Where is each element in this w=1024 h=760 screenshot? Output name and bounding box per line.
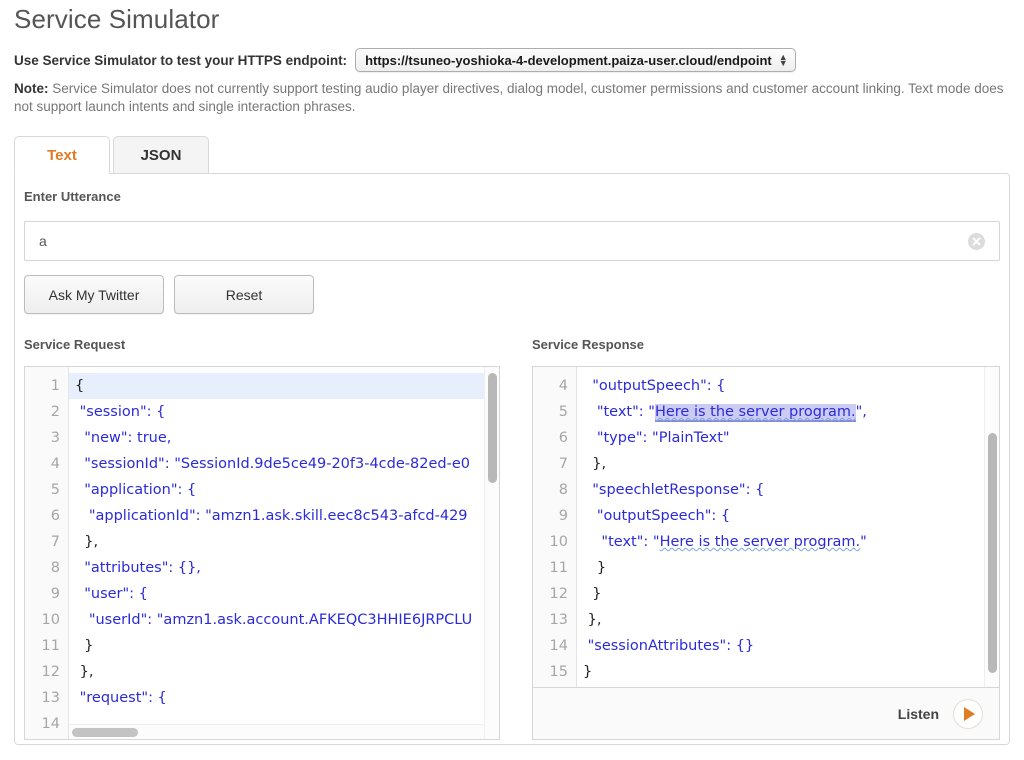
note-text: Note: Service Simulator does not current… bbox=[14, 80, 1010, 116]
request-line-number-gutter: 1 2 3 4 5 6 7 8 9 10 11 12 13 14 bbox=[25, 367, 69, 739]
line-number: 5 bbox=[558, 404, 568, 420]
line-number: 6 bbox=[50, 508, 60, 524]
play-triangle-icon[interactable] bbox=[953, 698, 983, 729]
line-number: 7 bbox=[558, 456, 568, 472]
request-code-lines[interactable]: { "session": { "new": true, "sessionId":… bbox=[69, 367, 499, 739]
service-response-editor[interactable]: 4 5 6 7 8 9 10 11 12 13 14 15 "outputSpeech": { "te… bbox=[532, 366, 1000, 688]
line-number: 11 bbox=[549, 560, 568, 576]
line-number: 5 bbox=[50, 482, 60, 498]
code-line[interactable]: } bbox=[69, 633, 499, 659]
line-number: 4 bbox=[50, 456, 60, 472]
note-prefix: Note: bbox=[14, 81, 49, 96]
tab-text-label: Text bbox=[47, 146, 77, 164]
select-updown-arrows-icon: ▲ ▼ bbox=[778, 52, 788, 68]
code-line[interactable]: "attributes": {}, bbox=[69, 555, 499, 581]
line-number: 4 bbox=[558, 378, 568, 394]
endpoint-label: Use Service Simulator to test your HTTPS… bbox=[14, 52, 348, 68]
tab-json-label: JSON bbox=[140, 146, 182, 164]
code-line[interactable]: "outputSpeech": { bbox=[577, 503, 999, 529]
line-number: 8 bbox=[558, 482, 568, 498]
code-line[interactable]: { bbox=[69, 373, 499, 399]
page-title: Service Simulator bbox=[14, 4, 220, 34]
action-button-row: Ask My Twitter Reset bbox=[24, 275, 314, 314]
code-line[interactable]: "applicationId": "amzn1.ask.skill.eec8c5… bbox=[69, 503, 499, 529]
line-number: 11 bbox=[41, 638, 60, 654]
utterance-field-wrapper bbox=[24, 221, 1000, 261]
service-request-label: Service Request bbox=[24, 337, 126, 352]
code-line[interactable]: "session": { bbox=[69, 399, 499, 425]
service-simulator-page: Service Simulator Use Service Simulator … bbox=[0, 0, 1024, 760]
ask-my-twitter-button[interactable]: Ask My Twitter bbox=[24, 275, 164, 314]
code-line[interactable]: } bbox=[577, 581, 999, 607]
code-line[interactable]: "speechletResponse": { bbox=[577, 477, 999, 503]
response-vertical-scrollbar[interactable] bbox=[984, 367, 999, 687]
code-line[interactable]: "sessionAttributes": {} bbox=[577, 633, 999, 659]
code-line[interactable]: "request": { bbox=[69, 685, 499, 711]
line-number: 1 bbox=[50, 378, 60, 394]
line-number: 9 bbox=[50, 586, 60, 602]
code-line[interactable]: }, bbox=[577, 451, 999, 477]
enter-utterance-label: Enter Utterance bbox=[24, 189, 121, 204]
code-line[interactable]: } bbox=[577, 555, 999, 581]
code-line[interactable]: "application": { bbox=[69, 477, 499, 503]
line-number: 10 bbox=[549, 534, 568, 550]
tab-bar: Text JSON bbox=[14, 136, 209, 174]
utterance-input[interactable] bbox=[25, 222, 968, 260]
code-line[interactable]: }, bbox=[69, 659, 499, 685]
code-line[interactable]: "userId": "amzn1.ask.account.AFKEQC3HHIE… bbox=[69, 607, 499, 633]
line-number: 3 bbox=[50, 430, 60, 446]
listen-bar: Listen bbox=[532, 688, 1000, 740]
code-line[interactable]: "sessionId": "SessionId.9de5ce49-20f3-4c… bbox=[69, 451, 499, 477]
reset-button[interactable]: Reset bbox=[174, 275, 314, 314]
line-number: 14 bbox=[41, 716, 60, 732]
code-line[interactable]: "text": "Here is the server program." bbox=[577, 529, 999, 555]
code-line[interactable]: "text": "Here is the server program.", bbox=[577, 399, 999, 425]
line-number: 13 bbox=[549, 612, 568, 628]
endpoint-select-value: https://tsuneo-yoshioka-4-development.pa… bbox=[365, 52, 772, 68]
request-vertical-scrollbar[interactable] bbox=[484, 367, 499, 739]
endpoint-row: Use Service Simulator to test your HTTPS… bbox=[14, 48, 796, 72]
code-line[interactable]: "type": "PlainText" bbox=[577, 425, 999, 451]
endpoint-select[interactable]: https://tsuneo-yoshioka-4-development.pa… bbox=[355, 48, 796, 72]
tab-json[interactable]: JSON bbox=[113, 136, 209, 174]
request-horizontal-scrollbar[interactable] bbox=[69, 724, 484, 739]
response-vertical-scroll-thumb[interactable] bbox=[988, 433, 997, 673]
code-line[interactable]: }, bbox=[69, 529, 499, 555]
service-request-editor[interactable]: 1 2 3 4 5 6 7 8 9 10 11 12 13 14 { "session": { "new"… bbox=[24, 366, 500, 740]
line-number: 9 bbox=[558, 508, 568, 524]
code-line[interactable]: }, bbox=[577, 607, 999, 633]
line-number: 13 bbox=[41, 690, 60, 706]
line-number: 10 bbox=[41, 612, 60, 628]
listen-label: Listen bbox=[897, 705, 939, 722]
line-number: 7 bbox=[50, 534, 60, 550]
code-line[interactable]: "outputSpeech": { bbox=[577, 373, 999, 399]
line-number: 12 bbox=[41, 664, 60, 680]
service-response-label: Service Response bbox=[532, 337, 645, 352]
request-horizontal-scroll-thumb[interactable] bbox=[72, 728, 138, 737]
code-line[interactable]: "new": true, bbox=[69, 425, 499, 451]
response-code-lines[interactable]: "outputSpeech": { "text": "Here is the s… bbox=[577, 367, 999, 687]
response-line-number-gutter: 4 5 6 7 8 9 10 11 12 13 14 15 bbox=[533, 367, 577, 687]
note-body: Service Simulator does not currently sup… bbox=[14, 81, 1004, 114]
line-number: 2 bbox=[50, 404, 60, 420]
tab-text[interactable]: Text bbox=[14, 136, 110, 174]
code-line[interactable]: "user": { bbox=[69, 581, 499, 607]
line-number: 12 bbox=[549, 586, 568, 602]
line-number: 6 bbox=[558, 430, 568, 446]
line-number: 15 bbox=[549, 664, 568, 680]
request-vertical-scroll-thumb[interactable] bbox=[488, 373, 497, 483]
line-number: 14 bbox=[549, 638, 568, 654]
clear-circle-icon[interactable] bbox=[968, 232, 985, 250]
line-number: 8 bbox=[50, 560, 60, 576]
code-line[interactable]: } bbox=[577, 659, 999, 685]
